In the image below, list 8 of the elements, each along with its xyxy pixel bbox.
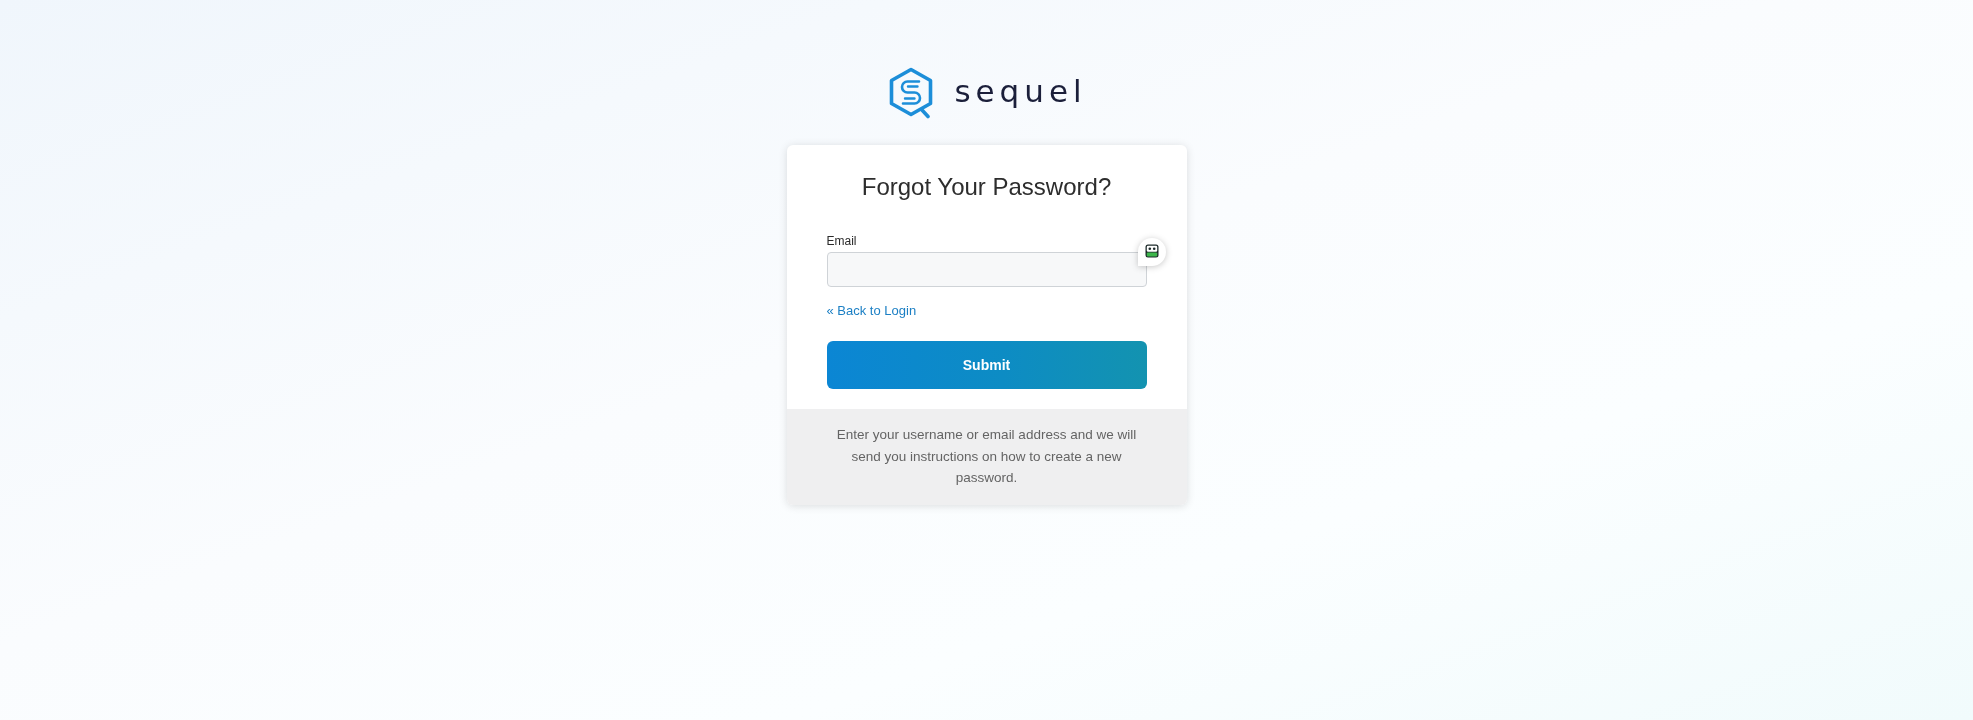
page-title: Forgot Your Password? [861, 172, 1112, 202]
submit-button[interactable]: Submit [826, 341, 1147, 389]
email-field[interactable] [826, 252, 1147, 287]
email-label: Email [826, 233, 857, 249]
logo-text: sequel [954, 73, 1087, 109]
back-to-login-link[interactable]: « Back to Login [826, 302, 917, 320]
hexagon-logo-icon [888, 67, 935, 119]
help-text: Enter your username or email address and we will send you instructions on how to create a new password. [835, 426, 1138, 487]
